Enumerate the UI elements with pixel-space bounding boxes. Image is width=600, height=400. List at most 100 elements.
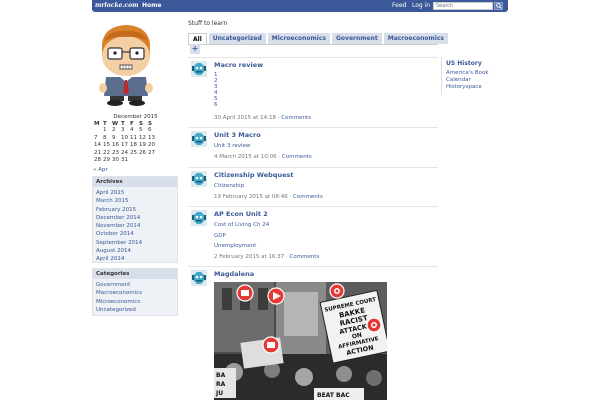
post-divider <box>188 266 438 267</box>
post-link[interactable]: Citizenship <box>214 183 244 189</box>
calendar-day-cell: 19 <box>139 142 146 149</box>
calendar-day-cell: 4 <box>130 127 134 133</box>
calendar-day-cell: 15 <box>103 142 110 149</box>
calendar-day-cell: 22 <box>103 149 110 156</box>
meta-separator: · <box>278 154 281 160</box>
archive-link[interactable]: April 2015 <box>96 190 124 196</box>
calendar-week-row: 21 22 23 24 25 26 27 <box>93 150 156 158</box>
calendar-day-cell: 12 <box>139 134 146 141</box>
calendar-day-cell <box>93 127 102 135</box>
sign-line: BEAT BAC <box>317 392 350 399</box>
calendar-day-cell: 26 <box>139 149 146 156</box>
comments-link[interactable]: Comments <box>293 194 323 200</box>
post: Citizenship Webquest Citizenship 19 Febr… <box>188 170 438 204</box>
post-title[interactable]: AP Econ Unit 2 <box>214 210 268 218</box>
category-link[interactable]: Microeconomics <box>96 299 140 305</box>
calendar-day-cell: 17 <box>121 142 128 149</box>
archive-link[interactable]: September 2014 <box>96 240 142 246</box>
comments-link[interactable]: Comments <box>281 115 311 121</box>
post-link[interactable]: GDP <box>214 233 226 239</box>
post-link[interactable]: Unit 3 review <box>214 143 250 149</box>
archive-link[interactable]: December 2014 <box>96 215 140 221</box>
play-icon <box>267 287 285 305</box>
protest-photo-illustration: SUPREME COURT BAKKE RACIST ATTACKS ON AF… <box>214 282 387 400</box>
post-date: 2 February 2015 at 16:37 <box>214 254 285 260</box>
archive-link[interactable]: March 2015 <box>96 198 129 204</box>
archive-link[interactable]: April 2014 <box>96 256 124 262</box>
target-marker-icon <box>366 317 382 333</box>
calendar-day-cell: 30 <box>112 157 119 164</box>
feed-link[interactable]: Feed <box>392 2 406 9</box>
post-link[interactable]: Cost of Living Ch 24 <box>214 222 269 228</box>
search-icon <box>495 3 502 9</box>
calendar-day-cell: 27 <box>148 149 155 156</box>
post-title[interactable]: Unit 3 Macro <box>214 131 261 139</box>
calendar-prev-link[interactable]: « Apr <box>93 167 178 173</box>
category-link[interactable]: Uncategorized <box>96 307 136 313</box>
archive-link[interactable]: October 2014 <box>96 231 134 237</box>
nav-home-link[interactable]: Home <box>142 2 161 9</box>
post-divider <box>188 57 438 58</box>
calendar-week-row: 28 29 30 31 <box>93 157 156 165</box>
tab-government[interactable]: Government <box>332 33 382 44</box>
post-photo[interactable]: SUPREME COURT BAKKE RACIST ATTACKS ON AF… <box>214 282 387 400</box>
archive-link[interactable]: August 2014 <box>96 248 131 254</box>
us-history-link[interactable]: America's Book <box>446 70 489 76</box>
post: Magdalena <box>188 269 438 286</box>
post-title[interactable]: Magdalena <box>214 270 254 278</box>
calendar-day-cell: 6 <box>148 127 152 133</box>
post-date: 30 April 2015 at 14:18 <box>214 115 276 121</box>
add-tab-button[interactable]: + <box>190 44 200 54</box>
calendar-day-cell: 10 <box>121 134 128 141</box>
category-tabs: All Uncategorized Microeconomics Governm… <box>188 33 448 44</box>
calendar-day-cell <box>129 157 138 165</box>
calendar-table: MTWTFSS 1 2 3 4 5 6 7 8 9 10 11 12 13 14 15 16 17 18 19 20 2… <box>93 121 156 165</box>
author-avatar-icon <box>191 171 207 187</box>
comments-link[interactable]: Comments <box>290 254 320 260</box>
calendar-week-row: 14 15 16 17 18 19 20 <box>93 142 156 150</box>
category-link[interactable]: Government <box>96 282 130 288</box>
categories-title: Categories <box>93 269 177 279</box>
post-divider <box>188 206 438 207</box>
us-history-link[interactable]: Historyspace <box>446 84 482 90</box>
post-list-item[interactable]: 6 <box>214 102 218 108</box>
calendar-day-cell: 11 <box>130 134 137 141</box>
post-title[interactable]: Citizenship Webquest <box>214 171 293 179</box>
calendar-week-row: 123456 <box>93 127 156 135</box>
calendar-day-cell: 23 <box>112 149 119 156</box>
tab-divider <box>188 44 438 45</box>
post-meta: 30 April 2015 at 14:18 · Comments <box>214 115 311 121</box>
us-history-widget: US History America's Book Calendar Histo… <box>441 57 511 95</box>
media-marker-icon <box>236 284 254 302</box>
calendar-day-cell: 25 <box>130 149 137 156</box>
calendar-day-cell: 1 <box>103 127 107 133</box>
target-marker-icon <box>329 283 345 299</box>
tab-macroeconomics[interactable]: Macroeconomics <box>383 33 448 44</box>
search-input[interactable] <box>433 2 493 10</box>
sign-line: BA <box>216 372 226 379</box>
login-link[interactable]: Log in <box>412 2 430 9</box>
post-date: 4 March 2015 at 10:06 <box>214 154 277 160</box>
us-history-link[interactable]: Calendar <box>446 77 471 83</box>
calendar-day-cell: 28 <box>94 157 101 164</box>
tab-uncategorized[interactable]: Uncategorized <box>208 33 266 44</box>
sign-line: RA <box>216 381 226 388</box>
author-avatar-icon <box>191 131 207 147</box>
archives-widget: Archives April 2015 March 2015 February … <box>92 176 178 263</box>
site-logo[interactable]: mrlocke.com <box>95 2 139 9</box>
post-title[interactable]: Macro review <box>214 61 263 69</box>
meta-separator: · <box>289 194 292 200</box>
archive-link[interactable]: February 2015 <box>96 207 136 213</box>
calendar-widget: December 2015 MTWTFSS 1 2 3 4 5 6 7 8 9 10 11 12 13 1… <box>93 114 178 173</box>
search-button[interactable] <box>494 2 503 10</box>
archive-link[interactable]: November 2014 <box>96 223 140 229</box>
category-link[interactable]: Macroeconomics <box>96 290 142 296</box>
post-link[interactable]: Unemployment <box>214 243 256 249</box>
top-bar: mrlocke.com Home Feed Log in <box>92 0 508 12</box>
post-meta: 2 February 2015 at 16:37 · Comments <box>214 254 319 260</box>
tab-all[interactable]: All <box>188 33 207 44</box>
calendar-week-row: 7 8 9 10 11 12 13 <box>93 135 156 143</box>
tab-microeconomics[interactable]: Microeconomics <box>267 33 330 44</box>
categories-widget: Categories Government Macroeconomics Mic… <box>92 268 178 316</box>
comments-link[interactable]: Comments <box>282 154 312 160</box>
